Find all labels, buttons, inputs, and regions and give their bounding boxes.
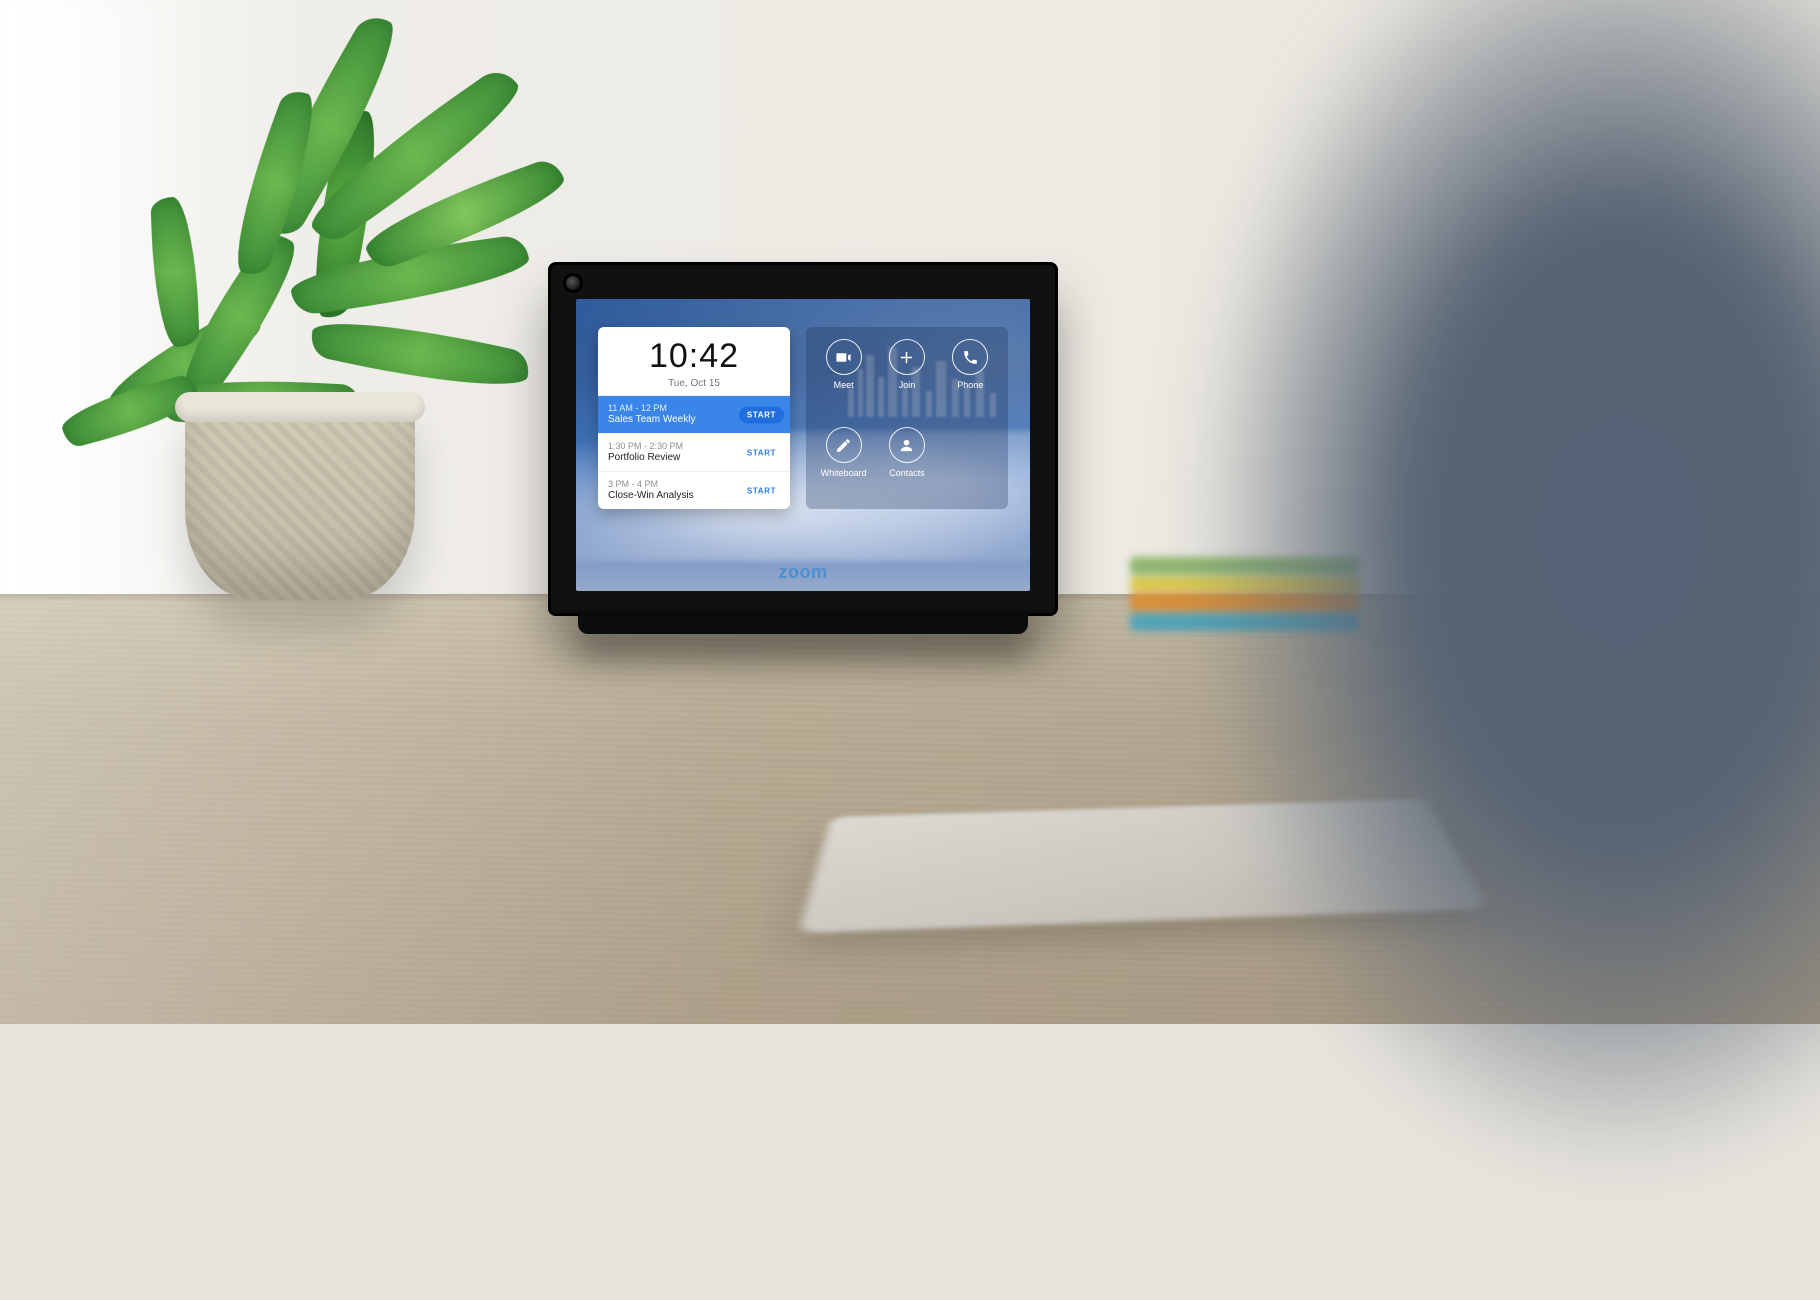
- person-icon: [889, 427, 925, 463]
- meeting-title: Close-Win Analysis: [608, 490, 740, 502]
- plus-icon: [889, 339, 925, 375]
- foreground-blur: [1020, 0, 1820, 1300]
- quick-actions-panel: Meet Join Phone: [806, 327, 1008, 509]
- meeting-item[interactable]: 1:30 PM - 2:30 PM Portfolio Review START: [598, 433, 790, 471]
- meet-button[interactable]: Meet: [826, 339, 862, 415]
- clock-date: Tue, Oct 15: [604, 378, 784, 389]
- meeting-time: 11 AM - 12 PM: [608, 403, 740, 413]
- planter-pot: [185, 400, 415, 600]
- phone-button[interactable]: Phone: [952, 339, 988, 415]
- clock-panel: 10:42 Tue, Oct 15: [598, 327, 790, 395]
- action-label: Phone: [957, 380, 983, 390]
- meeting-item[interactable]: 3 PM - 4 PM Close-Win Analysis START: [598, 471, 790, 509]
- start-button[interactable]: START: [739, 444, 784, 461]
- smart-display-device: 10:42 Tue, Oct 15 11 AM - 12 PM Sales Te…: [548, 262, 1058, 616]
- meeting-time: 3 PM - 4 PM: [608, 479, 740, 489]
- join-button[interactable]: Join: [889, 339, 925, 415]
- action-label: Join: [899, 380, 916, 390]
- camera-lens: [566, 276, 580, 290]
- start-button[interactable]: START: [739, 482, 784, 499]
- device-screen[interactable]: 10:42 Tue, Oct 15 11 AM - 12 PM Sales Te…: [576, 299, 1030, 591]
- meeting-title: Portfolio Review: [608, 452, 740, 464]
- pencil-icon: [826, 427, 862, 463]
- contacts-button[interactable]: Contacts: [889, 427, 925, 503]
- phone-icon: [952, 339, 988, 375]
- action-label: Whiteboard: [821, 468, 867, 478]
- clock-time: 10:42: [604, 337, 784, 376]
- action-label: Meet: [834, 380, 854, 390]
- meeting-time: 1:30 PM - 2:30 PM: [608, 441, 740, 451]
- whiteboard-button[interactable]: Whiteboard: [821, 427, 867, 503]
- meeting-item[interactable]: 11 AM - 12 PM Sales Team Weekly START: [598, 395, 790, 433]
- action-label: Contacts: [889, 468, 925, 478]
- schedule-card: 10:42 Tue, Oct 15 11 AM - 12 PM Sales Te…: [598, 327, 790, 509]
- video-icon: [826, 339, 862, 375]
- brand-logo: zoom: [576, 562, 1030, 583]
- meeting-title: Sales Team Weekly: [608, 414, 740, 426]
- start-button[interactable]: START: [739, 406, 784, 423]
